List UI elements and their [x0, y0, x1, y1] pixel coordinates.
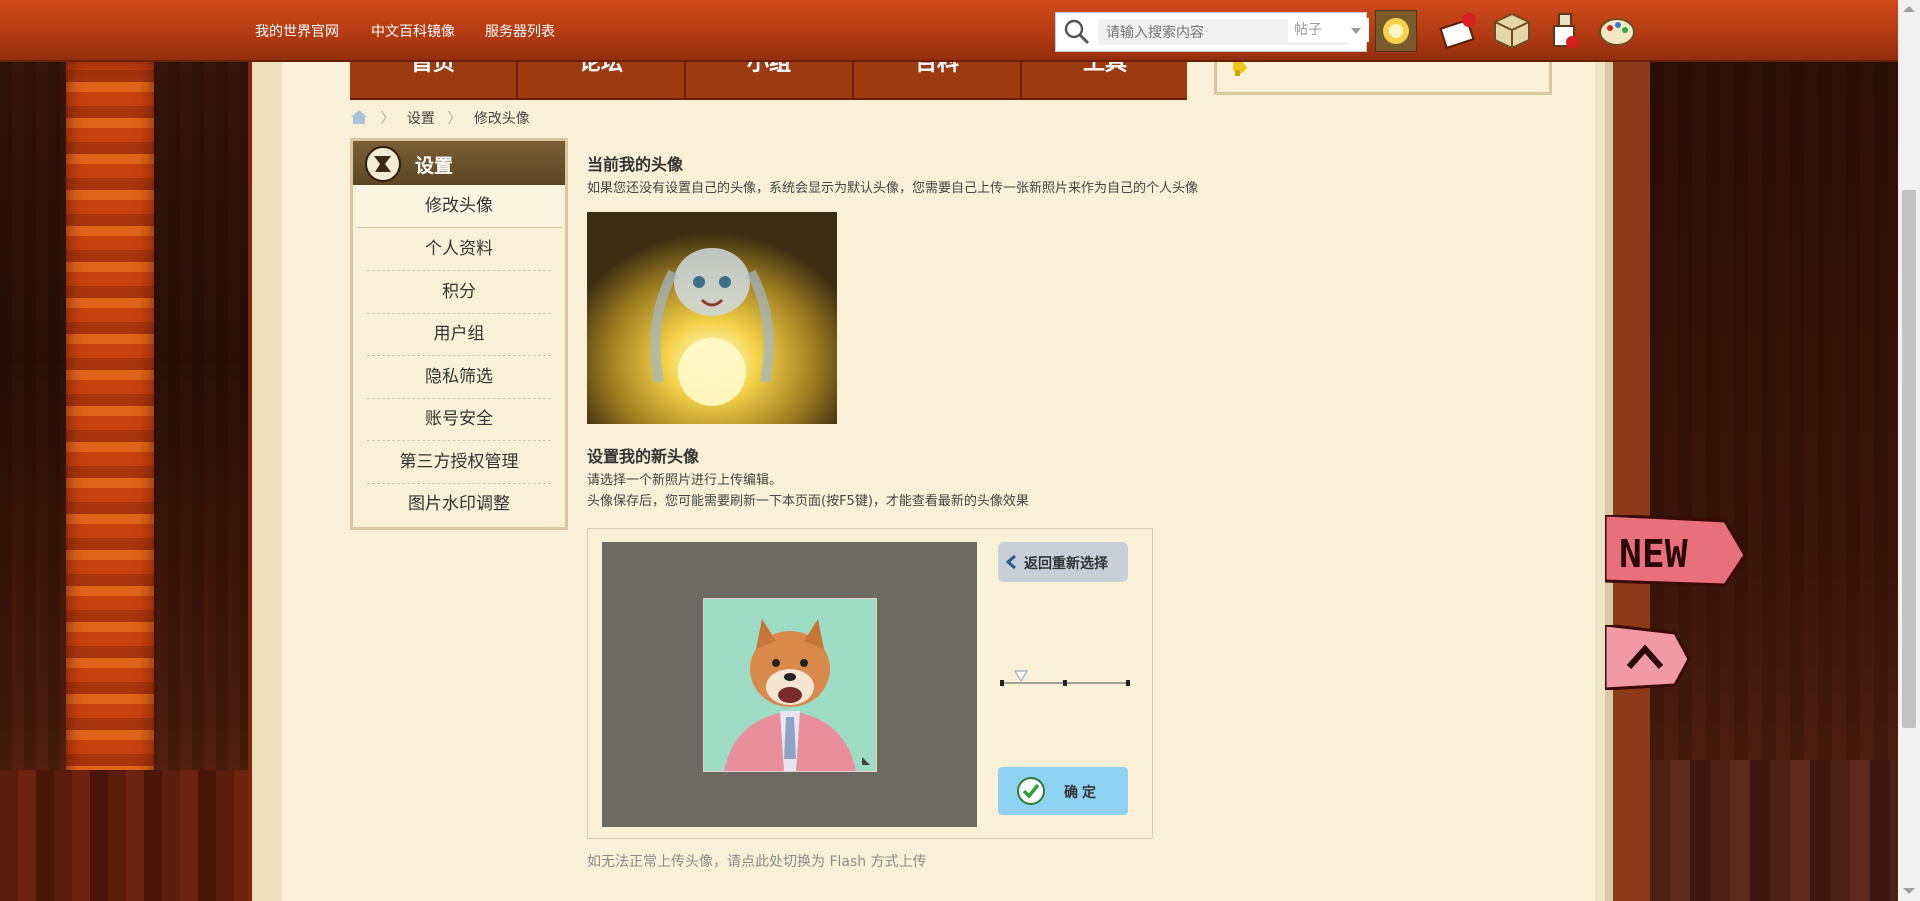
- breadcrumb-separator: 〉: [447, 111, 462, 127]
- book-edge: [1595, 55, 1650, 901]
- crop-selection[interactable]: [703, 598, 877, 772]
- confirm-button[interactable]: 确定: [998, 767, 1128, 815]
- breadcrumb-separator: 〉: [380, 111, 395, 127]
- lava-column-decoration: [66, 60, 154, 790]
- settings-sidebar: 设置 修改头像 个人资料 积分 用户组 隐私筛选 账号安全 第三方授权管理 图片…: [350, 138, 568, 530]
- link-wiki-mirror[interactable]: 中文百科镜像: [371, 21, 455, 41]
- search-type-value: 帖子: [1294, 22, 1322, 38]
- scroll-up-arrow[interactable]: [1903, 6, 1915, 12]
- page-scrollbar[interactable]: [1898, 0, 1920, 901]
- sidebar-title: 设置: [415, 155, 454, 177]
- sidebar-item-avatar[interactable]: 修改头像: [356, 185, 562, 228]
- new-avatar-desc-1: 请选择一个新照片进行上传编辑。: [587, 473, 783, 488]
- current-avatar-title: 当前我的头像: [587, 155, 684, 174]
- home-icon[interactable]: [350, 109, 368, 125]
- nav-tab-tools[interactable]: 工具: [1022, 60, 1188, 98]
- sidebar-item-profile[interactable]: 个人资料: [367, 228, 551, 271]
- nav-tab-group[interactable]: 小组: [686, 60, 854, 98]
- back-to-top-icon[interactable]: [1605, 625, 1690, 690]
- sidebar-item-credits[interactable]: 积分: [367, 271, 551, 314]
- settings-badge-icon: [365, 146, 401, 182]
- new-avatar-title: 设置我的新头像: [587, 447, 700, 466]
- notice-box: [1214, 60, 1552, 95]
- palette-icon[interactable]: [1596, 10, 1638, 52]
- lava-floor-decoration: [0, 770, 270, 901]
- reselect-label: 返回重新选择: [1024, 556, 1108, 572]
- current-avatar-desc: 如果您还没有设置自己的头像，系统会显示为默认头像，您需要自己上传一张新照片来作为…: [587, 181, 1199, 196]
- nav-tab-home[interactable]: 首页: [350, 60, 518, 98]
- book-spine: [248, 55, 286, 901]
- avatar-editor: 返回重新选择 确定: [587, 528, 1153, 839]
- speaker-icon: [1233, 60, 1247, 76]
- crop-area[interactable]: [602, 542, 977, 827]
- sidebar-item-security[interactable]: 账号安全: [367, 398, 551, 441]
- svg-text:NEW: NEW: [1619, 532, 1688, 576]
- zoom-slider[interactable]: [1000, 669, 1130, 689]
- reselect-button[interactable]: 返回重新选择: [998, 542, 1128, 582]
- sidebar-item-watermark[interactable]: 图片水印调整: [367, 483, 551, 525]
- sidebar-item-privacy[interactable]: 隐私筛选: [367, 356, 551, 399]
- flash-upload-link[interactable]: 如无法正常上传头像，请点此处切换为 Flash 方式上传: [587, 851, 927, 871]
- main-nav: 首页 论坛 小组 百科 工具: [350, 60, 1187, 100]
- current-avatar-image: [587, 212, 837, 424]
- sidebar-item-third-party[interactable]: 第三方授权管理: [367, 441, 551, 484]
- sidebar-item-usergroup[interactable]: 用户组: [367, 313, 551, 356]
- link-minecraft-official[interactable]: 我的世界官网: [255, 21, 339, 41]
- search-type-select[interactable]: 帖子: [1288, 18, 1369, 42]
- nav-tab-wiki[interactable]: 百科: [854, 60, 1022, 98]
- scrollbar-thumb[interactable]: [1902, 190, 1916, 728]
- breadcrumb-current: 修改头像: [473, 111, 530, 127]
- potion-icon[interactable]: [1544, 10, 1586, 52]
- top-bar: 我的世界官网 中文百科镜像 服务器列表 帖子: [0, 0, 1898, 62]
- nav-tab-forum[interactable]: 论坛: [518, 60, 686, 98]
- box-icon[interactable]: [1491, 10, 1533, 52]
- check-circle-icon: [1017, 777, 1045, 805]
- new-avatar-desc-2: 头像保存后，您可能需要刷新一下本页面(按F5键)，才能查看最新的头像效果: [587, 494, 1029, 509]
- mail-icon[interactable]: [1437, 10, 1479, 52]
- breadcrumb-settings[interactable]: 设置: [407, 111, 435, 127]
- confirm-label: 确定: [1064, 785, 1100, 801]
- link-server-list[interactable]: 服务器列表: [485, 21, 555, 41]
- breadcrumb: 〉 设置 〉 修改头像: [350, 108, 530, 128]
- sidebar-header: 设置: [353, 141, 565, 185]
- slider-handle[interactable]: [1013, 670, 1029, 683]
- new-ribbon-icon[interactable]: NEW: [1605, 515, 1748, 587]
- chevron-left-icon: [1005, 554, 1016, 570]
- chevron-down-icon: [1351, 28, 1361, 34]
- scroll-down-arrow[interactable]: [1903, 888, 1915, 894]
- avatar-icon[interactable]: [1375, 10, 1417, 52]
- stone-floor-decoration: [1650, 760, 1898, 901]
- search-icon[interactable]: [1062, 18, 1092, 46]
